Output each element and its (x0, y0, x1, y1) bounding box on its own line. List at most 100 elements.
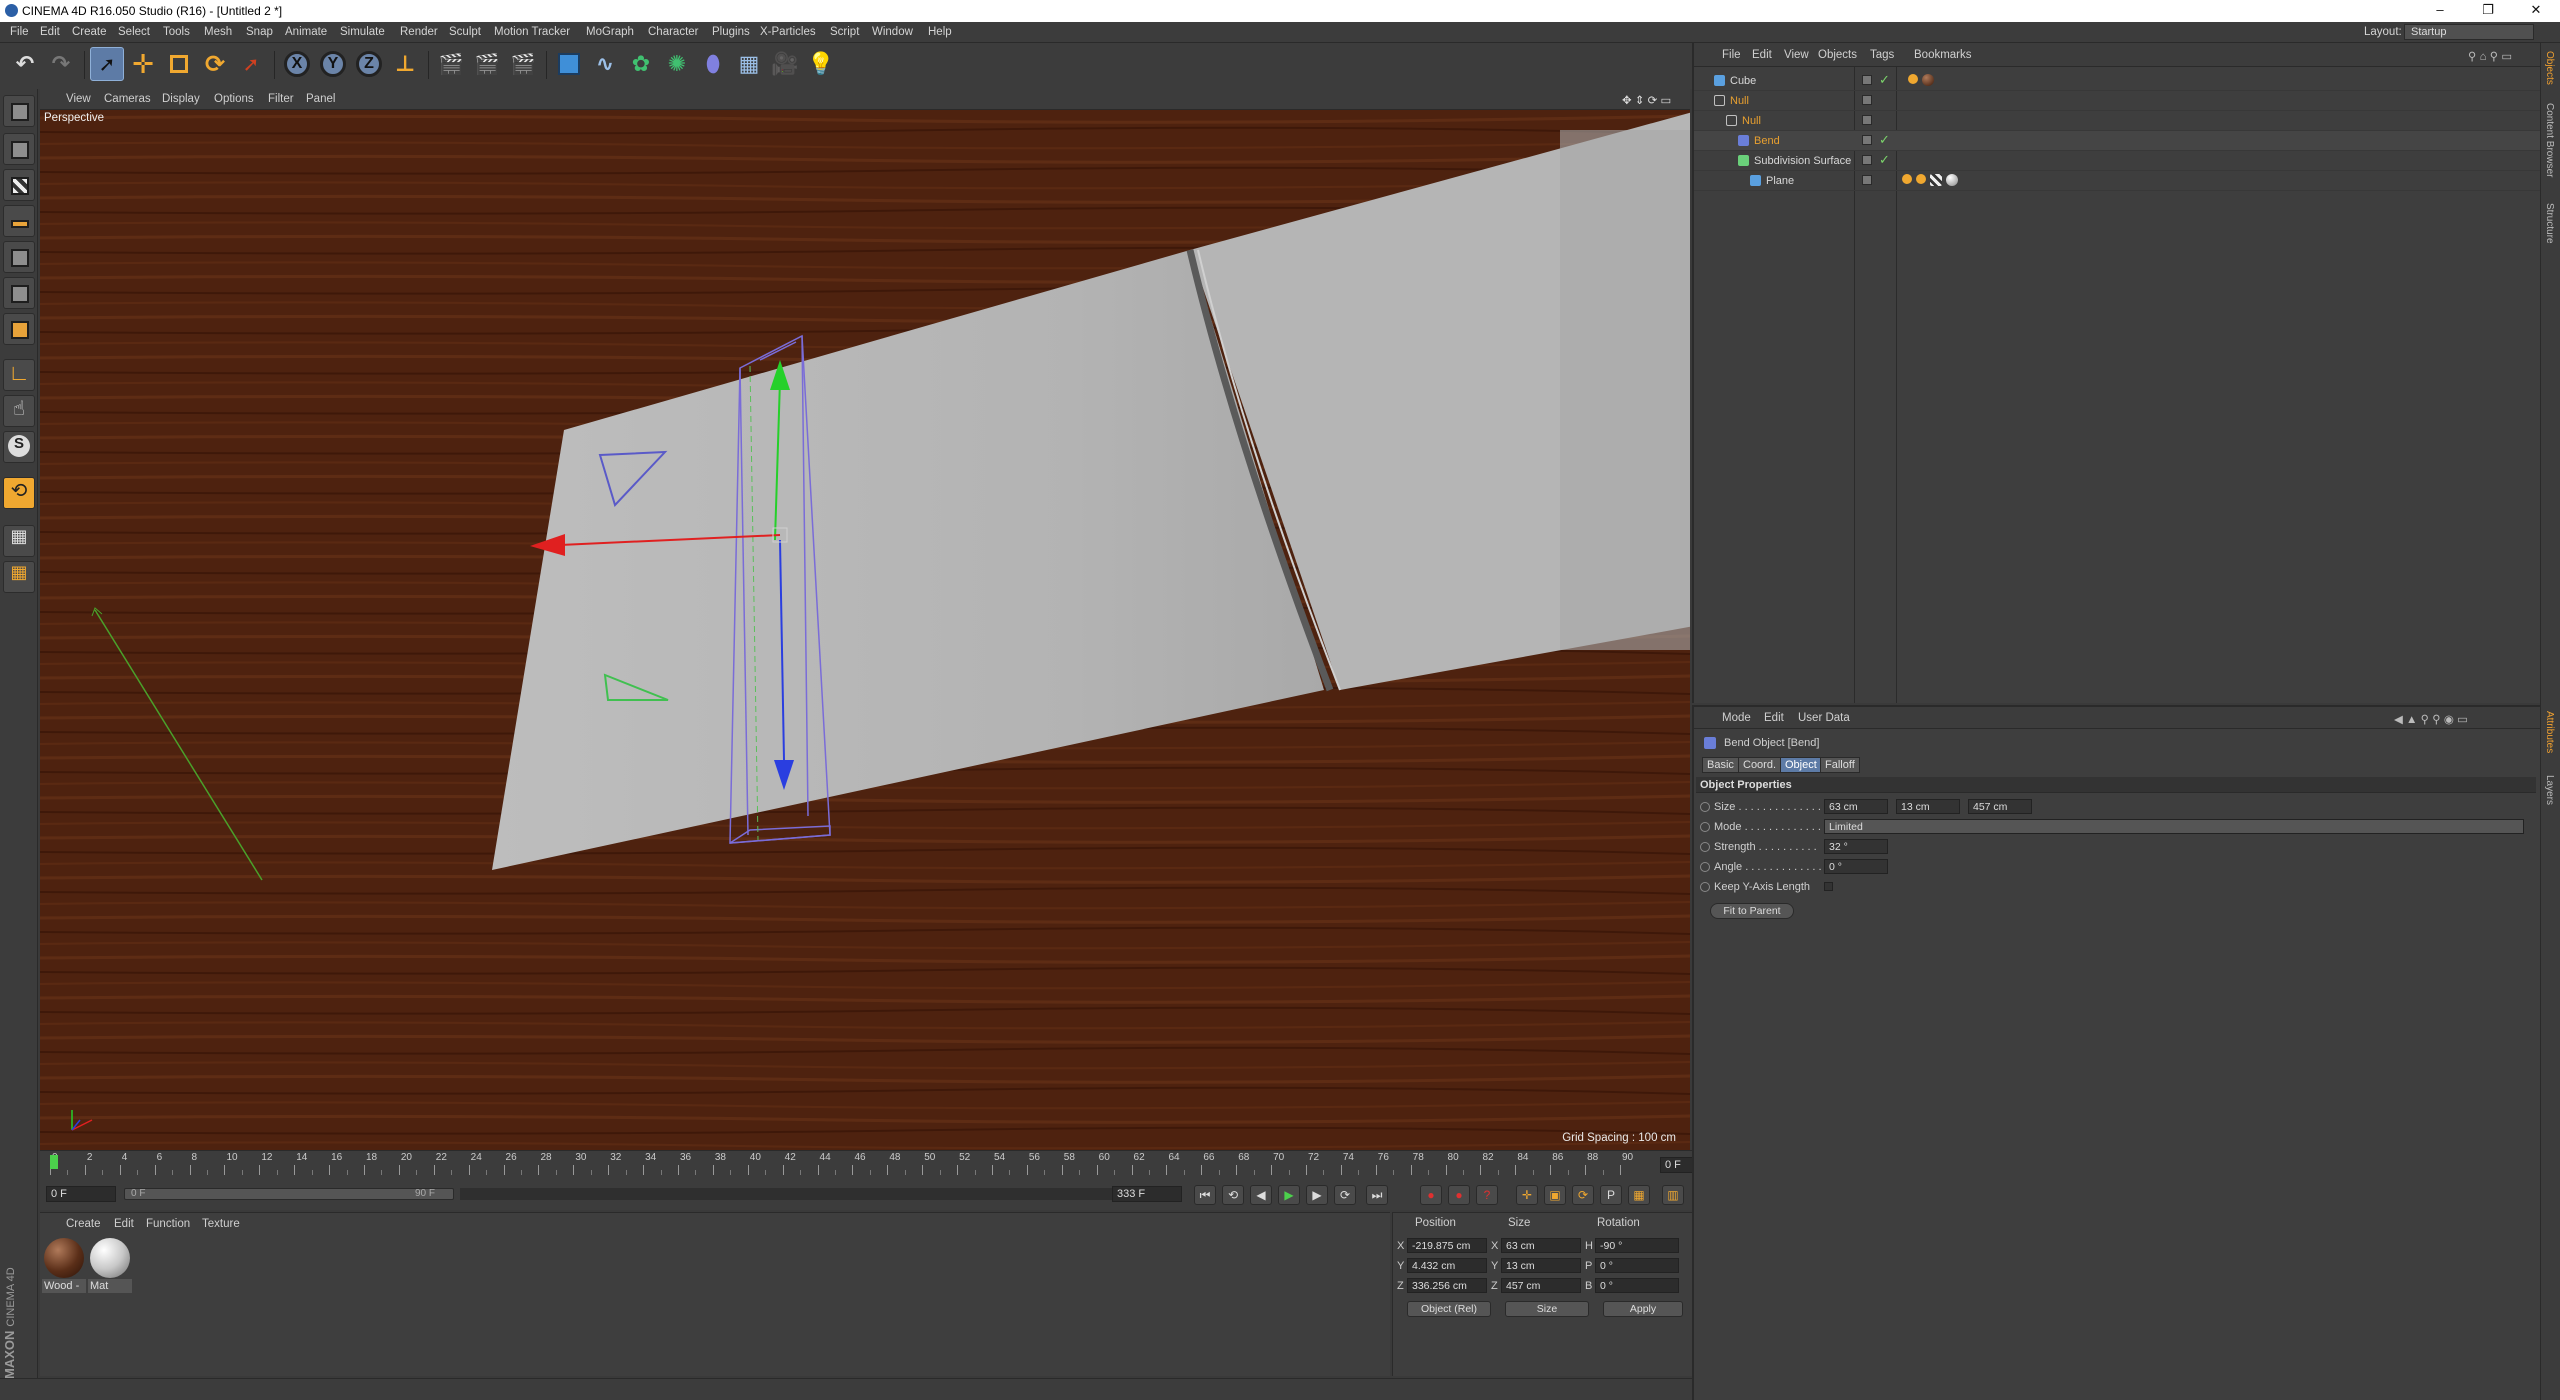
3d-viewport[interactable]: Perspective Grid Spacing : 100 cm (40, 110, 1690, 1150)
material-menu-edit[interactable]: Edit (114, 1218, 134, 1230)
animate-angle-icon[interactable] (1700, 862, 1710, 872)
add-deformer-icon[interactable]: ⬮ (696, 47, 730, 81)
record-parameter-icon[interactable]: P (1600, 1185, 1622, 1205)
enabled-check-icon[interactable]: ✓ (1879, 152, 1890, 168)
object-row-bend[interactable]: Bend ✓ (1694, 131, 2540, 151)
visibility-toggle[interactable] (1862, 135, 1872, 145)
timeline-playhead[interactable] (50, 1155, 58, 1169)
bend-mode-select[interactable]: Limited (1824, 819, 2524, 834)
polygons-mode-icon[interactable] (3, 313, 35, 345)
add-cube-icon[interactable] (552, 47, 586, 81)
menu-character[interactable]: Character (648, 26, 699, 38)
animate-size-icon[interactable] (1700, 802, 1710, 812)
recent-tools-icon[interactable]: ➚ (234, 47, 268, 81)
viewport-menu-options[interactable]: Options (214, 93, 254, 105)
add-spline-icon[interactable]: ∿ (588, 47, 622, 81)
object-row-null-child[interactable]: Null (1694, 111, 2540, 131)
size-z-field[interactable]: 457 cm (1501, 1278, 1581, 1293)
tab-basic[interactable]: Basic (1702, 757, 1739, 773)
add-camera-icon[interactable]: 🎥 (768, 47, 802, 81)
menu-render[interactable]: Render (400, 26, 438, 38)
render-view-icon[interactable]: 🎬 (434, 47, 468, 81)
viewport-menu-filter[interactable]: Filter (268, 93, 294, 105)
phong-tag-icon[interactable] (1908, 74, 1918, 84)
preview-range-slider[interactable]: 0 F 90 F (124, 1188, 454, 1200)
tab-structure-vertical[interactable]: Structure (2544, 203, 2555, 244)
next-key-icon[interactable]: ⟳ (1334, 1185, 1356, 1205)
z-axis-lock-button[interactable]: Z (352, 47, 386, 81)
om-menu-objects[interactable]: Objects (1818, 49, 1857, 61)
menu-window[interactable]: Window (872, 26, 913, 38)
viewport-menu-cameras[interactable]: Cameras (104, 93, 151, 105)
tab-content-browser-vertical[interactable]: Content Browser (2544, 103, 2555, 177)
tweak-mode-icon[interactable]: ☝ (3, 395, 35, 427)
visibility-toggle[interactable] (1862, 155, 1872, 165)
om-menu-view[interactable]: View (1784, 49, 1809, 61)
make-editable-icon[interactable] (3, 95, 35, 127)
position-y-field[interactable]: 4.432 cm (1407, 1258, 1487, 1273)
mat-material-tag-icon[interactable] (1946, 174, 1958, 186)
tab-coord[interactable]: Coord. (1738, 757, 1782, 773)
keep-y-axis-checkbox[interactable] (1824, 882, 1833, 891)
texture-mode-icon[interactable] (3, 169, 35, 201)
animate-keep-y-icon[interactable] (1700, 882, 1710, 892)
menu-sculpt[interactable]: Sculpt (449, 26, 481, 38)
menu-file[interactable]: File (10, 26, 29, 38)
coordinate-system-icon[interactable]: ⊥ (388, 47, 422, 81)
start-frame-field[interactable]: 0 F (46, 1186, 116, 1202)
menu-mesh[interactable]: Mesh (204, 26, 232, 38)
menu-motion-tracker[interactable]: Motion Tracker (494, 26, 570, 38)
tab-object[interactable]: Object (1780, 757, 1822, 773)
bend-strength-field[interactable]: 32 ° (1824, 839, 1888, 854)
menu-help[interactable]: Help (928, 26, 952, 38)
menu-edit[interactable]: Edit (40, 26, 60, 38)
menu-create[interactable]: Create (72, 26, 107, 38)
keyframe-selection-icon[interactable]: ? (1476, 1185, 1498, 1205)
minimize-button[interactable]: – (2420, 2, 2460, 20)
layout-select[interactable]: Startup (2404, 24, 2534, 40)
tab-falloff[interactable]: Falloff (1820, 757, 1860, 773)
object-row-cube[interactable]: Cube ✓ (1694, 71, 2540, 91)
viewport-navigation-icons[interactable]: ✥ ⇕ ⟳ ▭ (1622, 93, 1671, 107)
am-menu-edit[interactable]: Edit (1764, 712, 1784, 724)
menu-simulate[interactable]: Simulate (340, 26, 385, 38)
enabled-check-icon[interactable]: ✓ (1879, 72, 1890, 88)
menu-select[interactable]: Select (118, 26, 150, 38)
autokeying-icon[interactable]: ● (1448, 1185, 1470, 1205)
live-selection-tool-icon[interactable]: ➚ (90, 47, 124, 81)
add-floor-icon[interactable]: ▦ (732, 47, 766, 81)
menu-tools[interactable]: Tools (163, 26, 190, 38)
edges-mode-icon[interactable] (3, 277, 35, 309)
size-mode-select[interactable]: Size (1505, 1301, 1589, 1317)
record-position-icon[interactable]: ✛ (1516, 1185, 1538, 1205)
position-x-field[interactable]: -219.875 cm (1407, 1238, 1487, 1253)
menu-plugins[interactable]: Plugins (712, 26, 750, 38)
animate-strength-icon[interactable] (1700, 842, 1710, 852)
points-mode-icon[interactable] (3, 241, 35, 273)
om-menu-edit[interactable]: Edit (1752, 49, 1772, 61)
restore-button[interactable]: ❐ (2468, 2, 2508, 20)
bend-size-y-field[interactable]: 13 cm (1896, 799, 1960, 814)
add-light-icon[interactable]: 💡 (804, 47, 838, 81)
end-frame-field[interactable]: 333 F (1112, 1186, 1182, 1202)
rotate-tool-icon[interactable]: ⟳ (198, 47, 232, 81)
next-frame-icon[interactable]: ▶ (1306, 1185, 1328, 1205)
om-menu-file[interactable]: File (1722, 49, 1741, 61)
uvw-tag-icon[interactable] (1916, 174, 1926, 184)
fit-to-parent-button[interactable]: Fit to Parent (1710, 903, 1794, 919)
am-menu-mode[interactable]: Mode (1722, 712, 1751, 724)
visibility-toggle[interactable] (1862, 115, 1872, 125)
tab-attributes-vertical[interactable]: Attributes (2544, 711, 2555, 753)
redo-icon[interactable]: ↷ (44, 47, 78, 81)
bend-angle-field[interactable]: 0 ° (1824, 859, 1888, 874)
texture-tag-icon[interactable] (1930, 174, 1942, 186)
enable-axis-icon[interactable]: ⟲ (3, 477, 35, 509)
lock-workplane-icon[interactable]: ▦ (3, 525, 35, 557)
visibility-toggle[interactable] (1862, 175, 1872, 185)
material-menu-function[interactable]: Function (146, 1218, 190, 1230)
prev-frame-icon[interactable]: ◀ (1250, 1185, 1272, 1205)
viewport-menu-view[interactable]: View (66, 93, 91, 105)
material-menu-texture[interactable]: Texture (202, 1218, 240, 1230)
rotation-b-field[interactable]: 0 ° (1595, 1278, 1679, 1293)
timeline-ruler[interactable]: 0246810121416182022242628303234363840424… (40, 1150, 1726, 1180)
